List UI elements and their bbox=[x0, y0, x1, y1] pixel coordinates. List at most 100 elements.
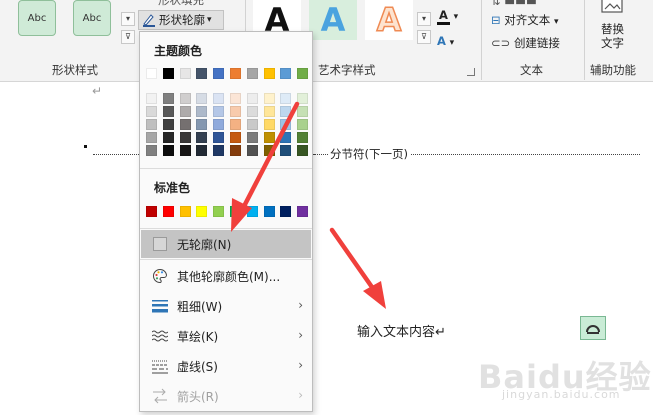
theme-shade-swatch[interactable] bbox=[280, 106, 292, 117]
preset-label: Abc bbox=[82, 12, 102, 24]
layout-options-icon[interactable] bbox=[580, 316, 606, 340]
theme-shade-swatch[interactable] bbox=[162, 132, 174, 143]
theme-shade-swatch[interactable] bbox=[162, 119, 174, 130]
standard-color-swatch[interactable] bbox=[297, 206, 309, 217]
theme-shade-swatch[interactable] bbox=[179, 119, 191, 130]
theme-shade-swatch[interactable] bbox=[196, 106, 208, 117]
standard-color-swatch[interactable] bbox=[280, 206, 292, 217]
wordart-scroll-down-icon[interactable]: ▾ bbox=[417, 12, 431, 26]
theme-color-swatch[interactable] bbox=[297, 68, 309, 79]
theme-shade-swatch[interactable] bbox=[280, 132, 292, 143]
theme-shade-swatch[interactable] bbox=[297, 93, 309, 104]
theme-shade-swatch[interactable] bbox=[280, 93, 292, 104]
theme-shade-swatch[interactable] bbox=[146, 132, 157, 143]
theme-shade-swatch[interactable] bbox=[213, 106, 225, 117]
theme-color-swatch[interactable] bbox=[246, 68, 258, 79]
shape-fill-label[interactable]: 形状填充 bbox=[158, 0, 204, 8]
theme-shade-swatch[interactable] bbox=[196, 145, 208, 156]
shape-style-preset-1[interactable]: Abc bbox=[18, 0, 56, 36]
theme-shade-swatch[interactable] bbox=[162, 93, 174, 104]
theme-shade-swatch[interactable] bbox=[246, 132, 258, 143]
menu-item-weight[interactable]: 粗细(W) › bbox=[141, 292, 311, 320]
theme-color-swatch[interactable] bbox=[229, 68, 241, 79]
theme-shade-swatch[interactable] bbox=[229, 106, 241, 117]
standard-color-swatch[interactable] bbox=[263, 206, 275, 217]
shape-outline-label: 形状轮廓 bbox=[159, 13, 205, 27]
theme-color-swatch[interactable] bbox=[146, 68, 157, 79]
menu-item-more-outline-colors[interactable]: 其他轮廓颜色(M)... bbox=[141, 262, 311, 290]
wordart-style-2[interactable]: A bbox=[309, 0, 357, 40]
theme-colors-row bbox=[146, 68, 314, 79]
theme-shade-swatch[interactable] bbox=[297, 119, 309, 130]
theme-color-swatch[interactable] bbox=[263, 68, 275, 79]
text-direction-icon[interactable]: ⇅ ▬▬▬ bbox=[491, 0, 537, 8]
align-text-button[interactable]: ⊟ 对齐文本 ▾ bbox=[491, 12, 558, 28]
theme-shade-swatch[interactable] bbox=[280, 119, 292, 130]
theme-shade-swatch[interactable] bbox=[213, 145, 225, 156]
theme-color-swatch[interactable] bbox=[280, 68, 292, 79]
text-fill-icon[interactable]: A ▾ bbox=[437, 8, 458, 25]
theme-shade-swatch[interactable] bbox=[162, 106, 174, 117]
theme-shade-swatch[interactable] bbox=[179, 106, 191, 117]
shape-style-preset-2[interactable]: Abc bbox=[73, 0, 111, 36]
textbox-content[interactable]: 输入文本内容↵ bbox=[357, 321, 446, 340]
theme-shade-swatch[interactable] bbox=[229, 145, 241, 156]
alt-text-icon[interactable] bbox=[599, 0, 629, 14]
theme-shade-swatch[interactable] bbox=[196, 119, 208, 130]
standard-color-swatch[interactable] bbox=[196, 206, 208, 217]
theme-shade-swatch[interactable] bbox=[196, 93, 208, 104]
standard-color-swatch[interactable] bbox=[213, 206, 225, 217]
theme-shade-swatch[interactable] bbox=[213, 119, 225, 130]
theme-shade-swatch[interactable] bbox=[146, 93, 157, 104]
theme-shade-swatch[interactable] bbox=[297, 132, 309, 143]
theme-shade-swatch[interactable] bbox=[263, 145, 275, 156]
dialog-launcher-icon[interactable] bbox=[467, 68, 475, 76]
theme-shade-swatch[interactable] bbox=[229, 132, 241, 143]
create-link-button[interactable]: ⊂⊃ 创建链接 bbox=[491, 35, 560, 51]
menu-item-dashes[interactable]: 虚线(S) › bbox=[141, 352, 311, 380]
shape-styles-more-icon[interactable]: ⊽ bbox=[121, 30, 135, 44]
standard-color-swatch[interactable] bbox=[229, 206, 241, 217]
replace-text-button[interactable]: 替换 文字 bbox=[601, 22, 624, 50]
theme-shade-swatch[interactable] bbox=[179, 93, 191, 104]
theme-shade-swatch[interactable] bbox=[246, 145, 258, 156]
theme-shade-swatch[interactable] bbox=[146, 145, 157, 156]
theme-shade-swatch[interactable] bbox=[263, 132, 275, 143]
wordart-more-icon[interactable]: ⊽ bbox=[417, 30, 431, 44]
theme-shade-column bbox=[280, 93, 292, 158]
standard-color-swatch[interactable] bbox=[246, 206, 258, 217]
theme-shade-swatch[interactable] bbox=[213, 132, 225, 143]
theme-color-swatch[interactable] bbox=[162, 68, 174, 79]
theme-shade-swatch[interactable] bbox=[179, 132, 191, 143]
theme-shade-swatch[interactable] bbox=[297, 145, 309, 156]
shape-outline-button[interactable]: 形状轮廓 ▾ bbox=[138, 10, 224, 30]
theme-shade-swatch[interactable] bbox=[263, 93, 275, 104]
wordart-style-3[interactable]: A bbox=[365, 0, 413, 40]
standard-color-swatch[interactable] bbox=[162, 206, 174, 217]
theme-shade-swatch[interactable] bbox=[263, 106, 275, 117]
text-effects-icon[interactable]: A ▾ bbox=[437, 34, 454, 48]
theme-shade-swatch[interactable] bbox=[146, 119, 157, 130]
theme-shade-swatch[interactable] bbox=[297, 106, 309, 117]
theme-shade-swatch[interactable] bbox=[229, 93, 241, 104]
menu-item-sketch[interactable]: 草绘(K) › bbox=[141, 322, 311, 350]
theme-color-swatch[interactable] bbox=[179, 68, 191, 79]
theme-shade-column bbox=[146, 93, 157, 158]
menu-item-no-outline[interactable]: 无轮廓(N) bbox=[141, 230, 311, 258]
theme-shade-swatch[interactable] bbox=[196, 132, 208, 143]
theme-shade-swatch[interactable] bbox=[213, 93, 225, 104]
standard-color-swatch[interactable] bbox=[146, 206, 157, 217]
theme-shade-swatch[interactable] bbox=[229, 119, 241, 130]
shape-styles-scroll-down-icon[interactable]: ▾ bbox=[121, 12, 135, 26]
theme-shade-swatch[interactable] bbox=[179, 145, 191, 156]
theme-shade-swatch[interactable] bbox=[280, 145, 292, 156]
theme-shade-swatch[interactable] bbox=[263, 119, 275, 130]
standard-color-swatch[interactable] bbox=[179, 206, 191, 217]
theme-color-swatch[interactable] bbox=[196, 68, 208, 79]
theme-shade-swatch[interactable] bbox=[246, 106, 258, 117]
theme-shade-swatch[interactable] bbox=[146, 106, 157, 117]
theme-shade-swatch[interactable] bbox=[162, 145, 174, 156]
theme-color-swatch[interactable] bbox=[213, 68, 225, 79]
theme-shade-swatch[interactable] bbox=[246, 119, 258, 130]
theme-shade-swatch[interactable] bbox=[246, 93, 258, 104]
